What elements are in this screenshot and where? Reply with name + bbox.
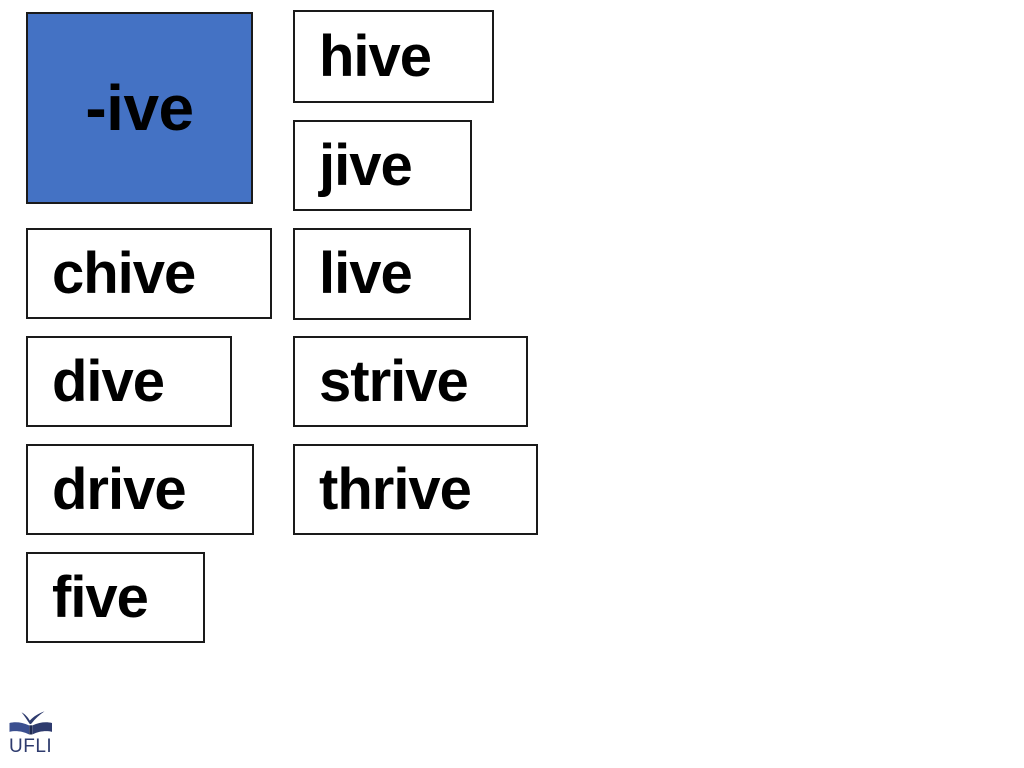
word-card-label: five [52, 564, 149, 630]
ufli-logo: UFLI [8, 710, 70, 760]
word-card-label: jive [319, 132, 413, 198]
word-card[interactable]: chive [26, 228, 272, 319]
book-right-page-icon [32, 722, 52, 735]
word-card[interactable]: live [293, 228, 471, 320]
book-spine-icon [29, 725, 33, 735]
ufli-logo-text: UFLI [9, 736, 53, 757]
word-card-label: drive [52, 456, 187, 522]
word-card[interactable]: drive [26, 444, 254, 535]
word-card[interactable]: five [26, 552, 205, 643]
open-book-icon [9, 711, 52, 735]
word-card[interactable]: hive [293, 10, 494, 103]
word-card-label: dive [52, 348, 165, 414]
word-card-label: strive [319, 348, 469, 414]
word-card-label: live [319, 241, 413, 306]
rime-pattern-label: -ive [85, 72, 194, 144]
rime-pattern-tile[interactable]: -ive [26, 12, 253, 204]
book-left-page-icon [9, 722, 29, 735]
word-card[interactable]: strive [293, 336, 528, 427]
checkmark-swoosh-icon [21, 711, 45, 725]
word-card-label: hive [319, 23, 432, 89]
word-card[interactable]: thrive [293, 444, 538, 535]
word-card[interactable]: jive [293, 120, 472, 211]
word-card-label: chive [52, 240, 196, 306]
word-card-label: thrive [319, 456, 472, 522]
slide-canvas: -ive hive jive chive live dive strive drive thr… [0, 0, 1024, 768]
word-card[interactable]: dive [26, 336, 232, 427]
